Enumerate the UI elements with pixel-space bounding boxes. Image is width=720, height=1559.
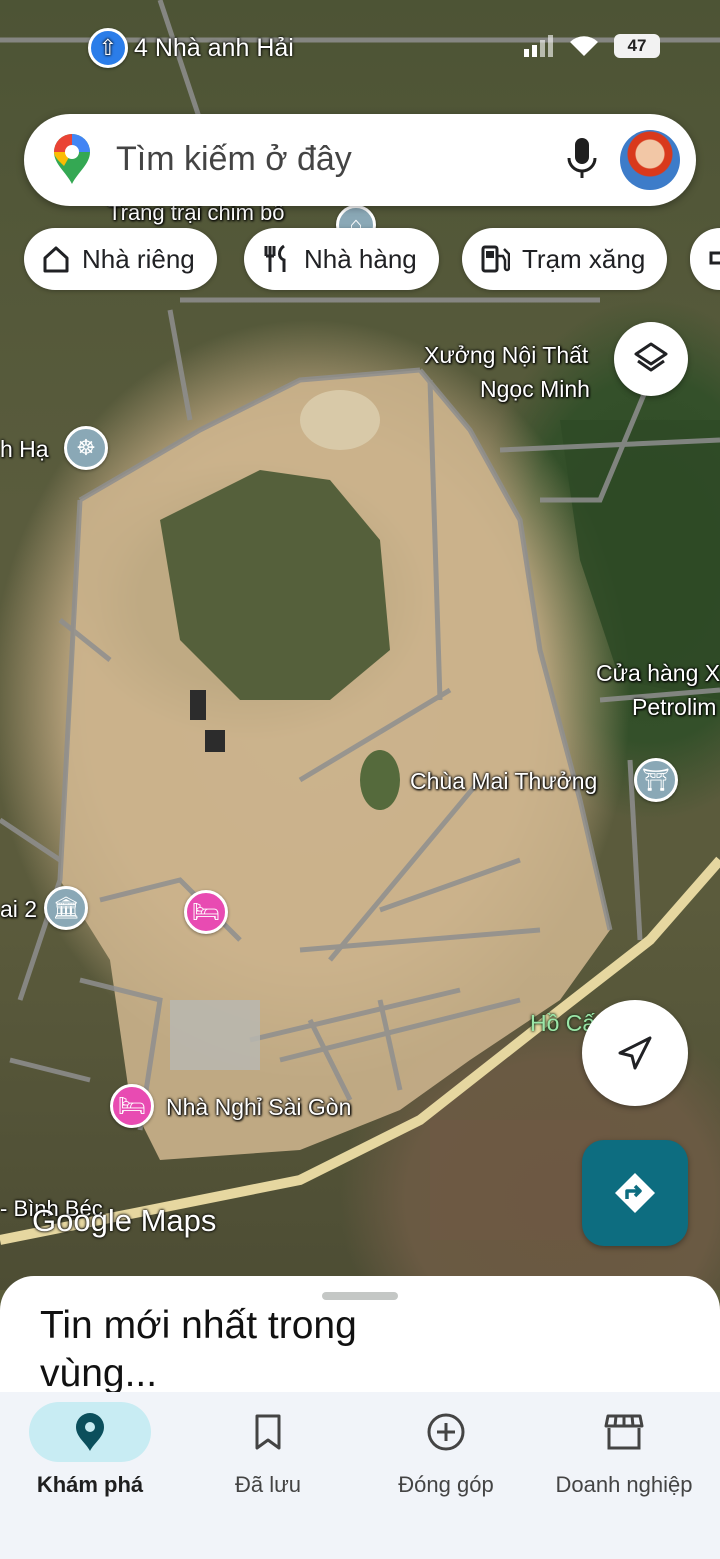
chip-label: Nhà hàng xyxy=(304,243,417,274)
hotel-pin-icon[interactable]: 🛏 xyxy=(110,1084,154,1128)
chip-gas-station[interactable]: Trạm xăng xyxy=(462,228,668,290)
my-location-button[interactable] xyxy=(582,1000,688,1106)
storefront-icon xyxy=(604,1414,644,1450)
hotel-pin-icon[interactable]: 🛏 xyxy=(184,890,228,934)
sheet-title: Tin mới nhất trong vùng... xyxy=(40,1304,357,1395)
search-input[interactable]: Tìm kiếm ở đây xyxy=(116,140,352,179)
nav-business[interactable]: Doanh nghiệp xyxy=(534,1392,714,1522)
nav-label: Doanh nghiệp xyxy=(555,1472,693,1497)
search-bar[interactable]: Tìm kiếm ở đây xyxy=(24,114,696,206)
layers-icon xyxy=(634,342,668,372)
nav-contribute[interactable]: Đóng góp xyxy=(356,1392,536,1522)
navigation-icon: ⇧ xyxy=(88,28,128,68)
explore-pin-icon xyxy=(76,1413,104,1451)
map-label-ngoc-minh[interactable]: Ngọc Minh xyxy=(480,376,590,403)
nav-label: Khám phá xyxy=(36,1472,144,1497)
hotel-icon xyxy=(709,251,720,265)
map-label-petrolim[interactable]: Petrolim xyxy=(632,694,716,721)
nav-label: Đã lưu xyxy=(234,1472,302,1497)
restaurant-icon xyxy=(264,244,286,272)
microphone-icon[interactable] xyxy=(564,136,600,184)
status-notification-text: 4 Nhà anh Hải xyxy=(134,33,294,62)
layers-button[interactable] xyxy=(614,322,688,396)
chip-label: Nhà riêng xyxy=(82,243,195,274)
map-label-h-ha[interactable]: h Hạ xyxy=(0,436,49,463)
sheet-drag-handle[interactable] xyxy=(322,1292,398,1300)
navigation-arrow-icon xyxy=(618,1036,652,1070)
chip-label: Trạm xăng xyxy=(522,243,646,274)
dharma-wheel-pin-icon[interactable]: ☸ xyxy=(64,426,108,470)
wifi-icon xyxy=(570,36,598,56)
map-label-chua-mai-thuong[interactable]: Chùa Mai Thưởng xyxy=(410,768,597,795)
nav-saved[interactable]: Đã lưu xyxy=(178,1392,358,1522)
bottom-sheet[interactable]: Tin mới nhất trong vùng... xyxy=(0,1276,720,1396)
bookmark-icon xyxy=(255,1414,281,1450)
directions-button[interactable] xyxy=(582,1140,688,1246)
status-icons: 47 xyxy=(524,34,660,58)
museum-pin-icon[interactable]: 🏛 xyxy=(44,886,88,930)
gas-station-icon xyxy=(481,245,510,273)
chip-home[interactable]: Nhà riêng xyxy=(24,228,217,290)
status-notification: ⇧ 4 Nhà anh Hải xyxy=(88,28,294,68)
chip-restaurant[interactable]: Nhà hàng xyxy=(244,228,439,290)
status-bar: ⇧ 4 Nhà anh Hải 47 xyxy=(0,0,720,96)
bottom-navigation: Khám phá Đã lưu Đóng góp Doanh nghiệp xyxy=(0,1392,720,1559)
map-label-cua-hang[interactable]: Cửa hàng X xyxy=(596,660,720,687)
cellular-signal-icon xyxy=(524,35,553,57)
battery-indicator: 47 xyxy=(614,34,660,58)
home-icon xyxy=(43,246,69,273)
google-maps-watermark: Google Maps xyxy=(32,1203,217,1238)
nav-explore[interactable]: Khám phá xyxy=(0,1392,180,1522)
map-label-ai-2[interactable]: ai 2 xyxy=(0,896,37,923)
map-label-nha-nghi-sai-gon[interactable]: Nhà Nghỉ Sài Gòn xyxy=(166,1094,351,1121)
temple-pin-icon[interactable]: ⛩ xyxy=(634,758,678,802)
add-circle-icon xyxy=(427,1413,465,1451)
nav-label: Đóng góp xyxy=(398,1472,494,1497)
google-maps-pin-icon xyxy=(54,134,90,184)
avatar[interactable] xyxy=(620,130,680,190)
map-label-xuong-noi-that[interactable]: Xưởng Nội Thất xyxy=(424,342,588,369)
directions-icon xyxy=(615,1173,655,1213)
